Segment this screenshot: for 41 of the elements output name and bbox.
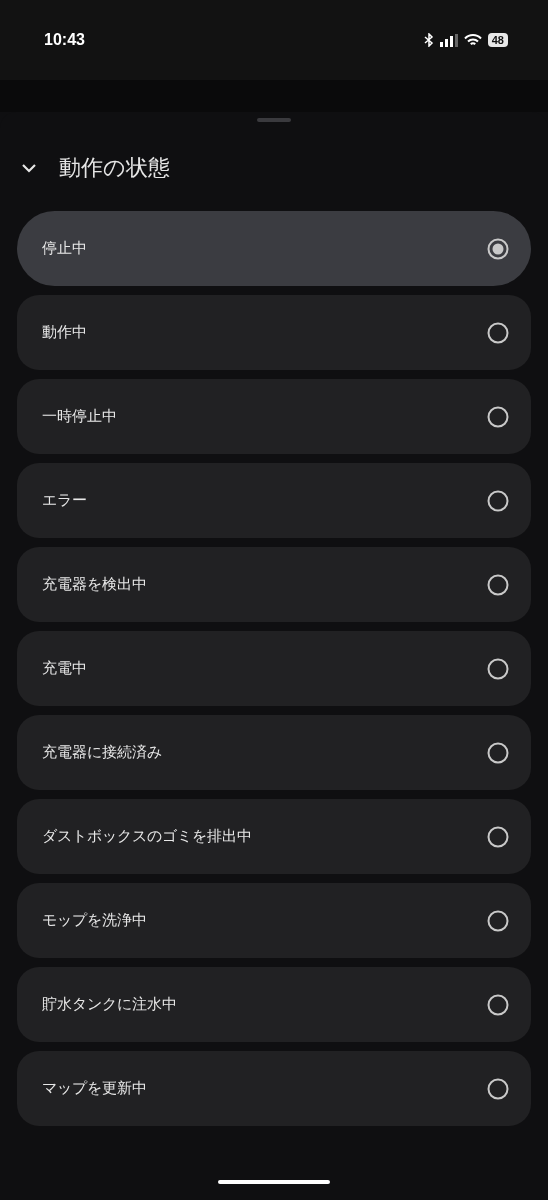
radio-button[interactable] <box>487 657 509 680</box>
wifi-icon <box>463 33 482 47</box>
option-label: 停止中 <box>42 239 87 258</box>
radio-button[interactable] <box>487 825 509 848</box>
radio-button[interactable] <box>487 573 509 596</box>
radio-button[interactable] <box>487 993 509 1016</box>
option-item[interactable]: 貯水タンクに注水中 <box>17 967 531 1042</box>
option-item[interactable]: 充電器を検出中 <box>17 547 531 622</box>
option-label: 一時停止中 <box>42 407 117 426</box>
radio-button[interactable] <box>487 405 509 428</box>
option-label: 充電器を検出中 <box>42 575 147 594</box>
option-item[interactable]: 停止中 <box>17 211 531 286</box>
radio-button[interactable] <box>487 909 509 932</box>
radio-button[interactable] <box>487 237 509 260</box>
radio-button[interactable] <box>487 321 509 344</box>
radio-button[interactable] <box>487 489 509 512</box>
option-label: マップを更新中 <box>42 1079 147 1098</box>
option-label: 貯水タンクに注水中 <box>42 995 177 1014</box>
option-item[interactable]: エラー <box>17 463 531 538</box>
battery-level: 48 <box>487 33 508 47</box>
option-item[interactable]: モップを洗浄中 <box>17 883 531 958</box>
option-label: 充電器に接続済み <box>42 743 162 762</box>
option-label: ダストボックスのゴミを排出中 <box>42 827 252 846</box>
option-item[interactable]: 充電器に接続済み <box>17 715 531 790</box>
option-label: エラー <box>42 491 87 510</box>
signal-icon <box>439 33 458 47</box>
option-item[interactable]: 一時停止中 <box>17 379 531 454</box>
option-item[interactable]: マップを更新中 <box>17 1051 531 1126</box>
radio-button[interactable] <box>487 1077 509 1100</box>
chevron-icon[interactable] <box>21 163 37 173</box>
option-item[interactable]: ダストボックスのゴミを排出中 <box>17 799 531 874</box>
option-label: 動作中 <box>42 323 87 342</box>
clock: 10:43 <box>44 31 85 49</box>
drag-handle[interactable] <box>257 118 291 122</box>
option-label: モップを洗浄中 <box>42 911 147 930</box>
option-item[interactable]: 動作中 <box>17 295 531 370</box>
section-title: 動作の状態 <box>59 154 170 182</box>
option-label: 充電中 <box>42 659 87 678</box>
bluetooth-icon <box>423 33 434 47</box>
option-item[interactable]: 充電中 <box>17 631 531 706</box>
radio-button[interactable] <box>487 741 509 764</box>
